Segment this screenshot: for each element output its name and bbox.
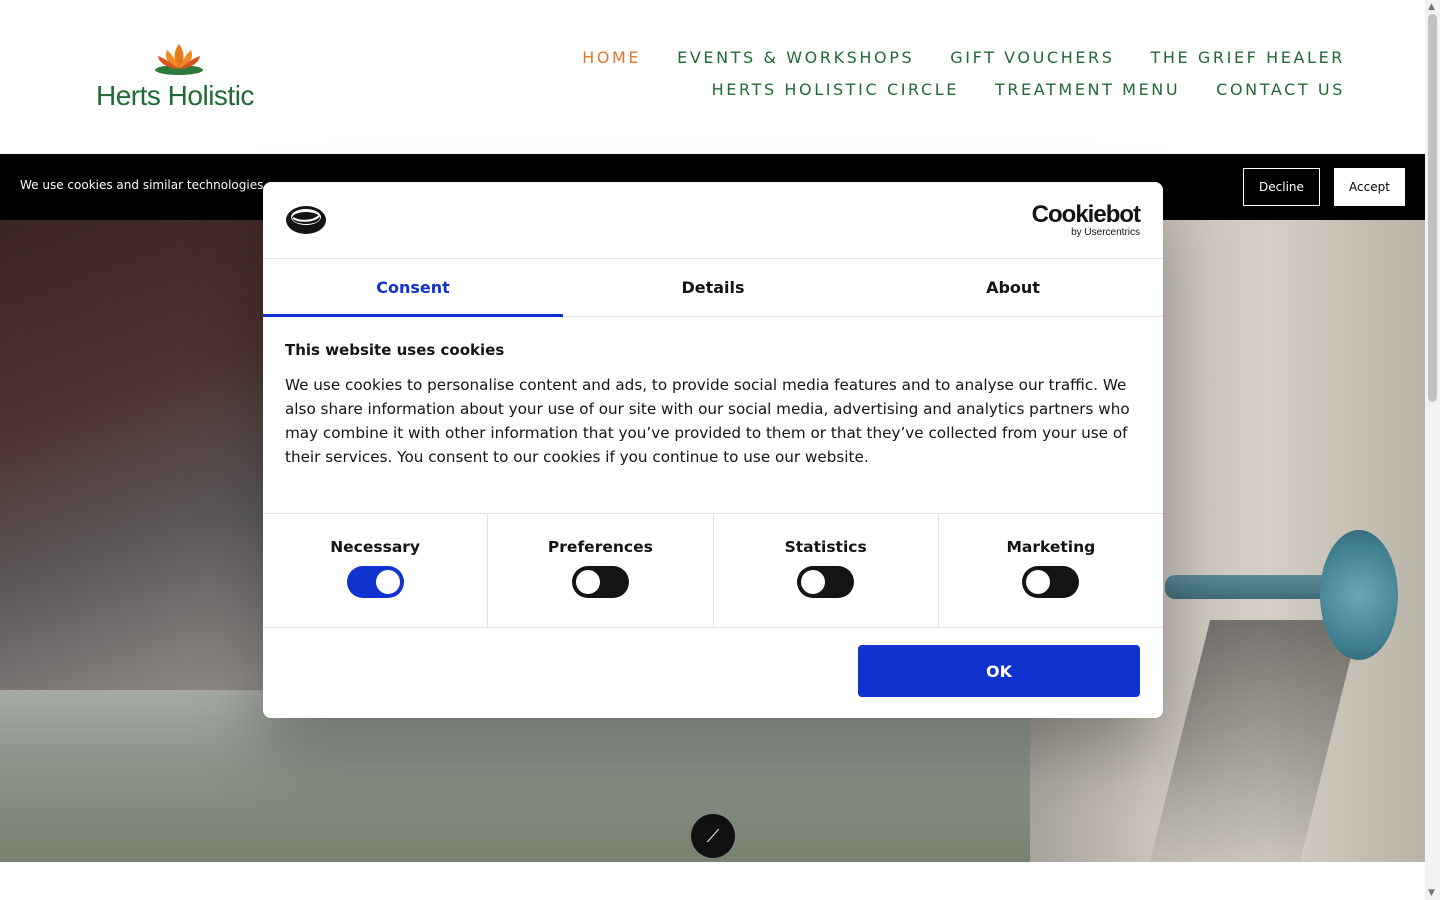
- site-header: Herts Holistic HOME EVENTS & WORKSHOPS G…: [0, 0, 1425, 154]
- cookie-banner-text: We use cookies and similar technologies: [20, 178, 264, 192]
- nav-contact-us[interactable]: CONTACT US: [1216, 80, 1345, 112]
- nav-row-2: HERTS HOLISTIC CIRCLE TREATMENT MENU CON…: [582, 80, 1345, 112]
- dialog-description: We use cookies to personalise content an…: [285, 376, 1130, 466]
- consent-toggles: Necessary Preferences Statistics Marketi…: [263, 514, 1163, 628]
- scroll-up-icon[interactable]: ▲: [1428, 2, 1435, 12]
- dialog-footer: OK: [263, 628, 1163, 717]
- cookiebot-brand-name: Cookiebot: [1031, 201, 1141, 228]
- cookiebot-logo-icon: [286, 206, 326, 234]
- nav-grief-healer[interactable]: THE GRIEF HEALER: [1151, 48, 1345, 80]
- toggle-label: Statistics: [784, 538, 867, 556]
- nav-home[interactable]: HOME: [582, 48, 641, 80]
- switch-knob: [575, 570, 600, 594]
- switch-knob: [1026, 570, 1051, 594]
- decline-button[interactable]: Decline: [1243, 168, 1320, 206]
- accept-button[interactable]: Accept: [1334, 168, 1405, 206]
- switch-knob: [375, 570, 400, 594]
- dialog-header: Cookiebot by Usercentrics: [263, 182, 1163, 259]
- cookie-consent-dialog: Cookiebot by Usercentrics Consent Detail…: [263, 182, 1163, 718]
- switch-knob: [801, 570, 826, 594]
- toggle-marketing: Marketing: [939, 514, 1163, 627]
- nav-herts-holistic-circle[interactable]: HERTS HOLISTIC CIRCLE: [712, 80, 959, 112]
- toggle-necessary: Necessary: [263, 514, 489, 627]
- cookiebot-brand: Cookiebot by Usercentrics: [1031, 201, 1141, 239]
- site-logo[interactable]: Herts Holistic: [96, 40, 266, 112]
- nav-treatment-menu[interactable]: TREATMENT MENU: [995, 80, 1180, 112]
- main-nav: HOME EVENTS & WORKSHOPS GIFT VOUCHERS TH…: [582, 48, 1345, 112]
- necessary-switch[interactable]: [346, 566, 404, 598]
- toggle-preferences: Preferences: [488, 514, 714, 627]
- lotus-logo-icon: [155, 44, 203, 75]
- toggle-label: Necessary: [330, 538, 421, 556]
- toggle-label: Preferences: [547, 538, 653, 556]
- marketing-switch[interactable]: [1022, 566, 1080, 598]
- scroll-down-icon[interactable]: ▼: [1428, 888, 1435, 898]
- dialog-body: This website uses cookies We use cookies…: [263, 317, 1163, 514]
- squarespace-badge-icon[interactable]: ⟋: [691, 814, 735, 858]
- logo-text: Herts Holistic: [96, 80, 254, 111]
- hero-pipe-plate: [1320, 530, 1398, 660]
- toggle-statistics: Statistics: [714, 514, 939, 627]
- nav-events-workshops[interactable]: EVENTS & WORKSHOPS: [677, 48, 914, 80]
- scroll-thumb[interactable]: [1428, 14, 1437, 402]
- tab-consent[interactable]: Consent: [263, 259, 563, 317]
- nav-row-1: HOME EVENTS & WORKSHOPS GIFT VOUCHERS TH…: [582, 48, 1345, 80]
- dialog-heading: This website uses cookies: [285, 341, 505, 359]
- tab-about[interactable]: About: [863, 259, 1163, 316]
- page-scrollbar[interactable]: ▲ ▼: [1425, 0, 1440, 900]
- nav-gift-vouchers[interactable]: GIFT VOUCHERS: [950, 48, 1114, 80]
- tab-details[interactable]: Details: [563, 259, 863, 316]
- dialog-tabs: Consent Details About: [263, 259, 1163, 317]
- toggle-label: Marketing: [1006, 538, 1096, 556]
- ok-button[interactable]: OK: [858, 645, 1140, 697]
- statistics-switch[interactable]: [797, 566, 855, 598]
- preferences-switch[interactable]: [571, 566, 629, 598]
- cookiebot-brand-sub: by Usercentrics: [1071, 227, 1140, 238]
